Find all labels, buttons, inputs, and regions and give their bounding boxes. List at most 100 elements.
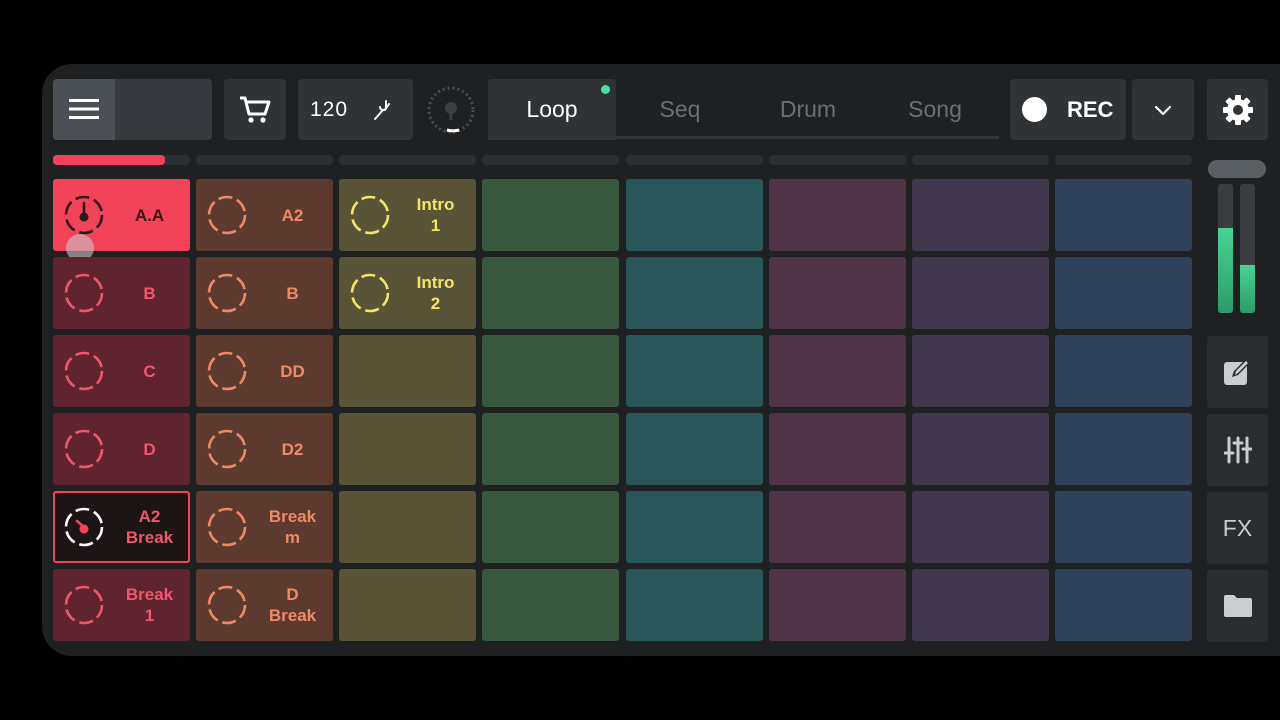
loop-pad[interactable] [626,335,763,407]
loop-pad[interactable] [769,335,906,407]
loop-pad[interactable] [1055,179,1192,251]
hamburger-menu-icon [69,98,99,120]
tab-loop[interactable]: Loop [488,79,616,140]
loop-pad[interactable] [482,335,619,407]
loop-pad[interactable]: B [196,257,333,329]
loop-pad[interactable]: Intro 1 [339,179,476,251]
loop-pad[interactable] [482,257,619,329]
loop-pad[interactable] [626,569,763,641]
tab-drum[interactable]: Drum [744,79,872,140]
loop-pad[interactable] [482,413,619,485]
pad-label: C [143,361,156,381]
loop-pad[interactable] [339,491,476,563]
loop-pad[interactable]: D2 [196,413,333,485]
loop-pad[interactable]: A2 Break [53,491,190,563]
edit-button[interactable] [1207,336,1268,408]
loop-pad[interactable] [769,179,906,251]
tab-song[interactable]: Song [871,79,999,140]
edit-icon [1223,358,1253,386]
loop-pad[interactable] [626,179,763,251]
loop-pad[interactable] [339,569,476,641]
pad-ring-icon [206,194,248,236]
loop-pad[interactable] [769,257,906,329]
loop-pad[interactable]: Break m [196,491,333,563]
level-meter-right-fill [1240,265,1255,313]
fx-label: FX [1222,514,1253,541]
pad-ring-icon [63,428,105,470]
pad-label: D Break [268,585,317,625]
column-progress-bar [626,155,763,165]
pad-label: A2 Break [125,507,174,547]
loop-pad[interactable]: B [53,257,190,329]
loop-pad[interactable]: Intro 2 [339,257,476,329]
pad-queued-indicator-icon [63,506,105,548]
pad-label: D [143,439,156,459]
loop-pad[interactable] [626,257,763,329]
record-options-button[interactable] [1132,79,1194,140]
loop-pad[interactable]: DD [196,335,333,407]
menu-button[interactable] [53,79,212,140]
loop-pad[interactable] [339,335,476,407]
tab-loop-indicator [601,85,610,94]
loop-pad[interactable] [626,491,763,563]
loop-pad[interactable] [912,413,1049,485]
loop-pad[interactable] [1055,569,1192,641]
tab-seq-label: Seq [659,96,701,122]
pad-label: D2 [281,439,304,459]
loop-pad[interactable] [339,413,476,485]
loop-pad[interactable] [912,257,1049,329]
pad-ring-icon [349,194,391,236]
pad-ring-icon [206,584,248,626]
pad-ring-icon [63,350,105,392]
mode-tabs: Loop Seq Drum Song [488,79,999,140]
loop-pad[interactable]: D [53,413,190,485]
sliders-icon [1223,435,1252,465]
loop-pad[interactable]: Break 1 [53,569,190,641]
loop-pad[interactable]: D Break [196,569,333,641]
metronome-dial-icon[interactable] [425,84,477,136]
pad-label: A2 [281,205,304,225]
loop-pad[interactable] [912,335,1049,407]
pad-label: Intro 2 [416,273,455,313]
column-progress-bar [1055,155,1192,165]
files-button[interactable] [1207,570,1268,642]
record-button[interactable]: REC [1010,79,1126,140]
loop-pad[interactable]: A.A [53,179,190,262]
loop-pad[interactable] [769,569,906,641]
shop-button[interactable] [224,79,286,140]
settings-button[interactable] [1207,79,1268,140]
folder-icon [1223,594,1253,618]
loop-pad[interactable] [912,569,1049,641]
loop-pad[interactable] [769,413,906,485]
tuning-fork-icon [372,99,394,121]
loop-pad[interactable] [1055,335,1192,407]
loop-pad[interactable] [769,491,906,563]
loop-pad[interactable]: A2 [196,179,333,251]
loop-pad[interactable] [1055,413,1192,485]
loop-pad[interactable]: C [53,335,190,407]
loop-pad[interactable] [482,569,619,641]
loop-pad[interactable] [482,491,619,563]
mixer-button[interactable] [1207,414,1268,486]
fx-button[interactable]: FX [1207,492,1268,564]
loop-pad[interactable] [1055,491,1192,563]
loop-pad[interactable] [626,413,763,485]
loop-pad[interactable] [1055,257,1192,329]
pad-label: Intro 1 [416,195,455,235]
loop-pad[interactable] [482,179,619,251]
chevron-down-icon [1154,104,1172,116]
pad-ring-icon [206,272,248,314]
pad-ring-icon [206,350,248,392]
tab-seq[interactable]: Seq [616,79,744,140]
volume-slider-handle[interactable] [1208,160,1266,178]
column-progress-bar [196,155,333,165]
pad-ring-icon [206,506,248,548]
pad-label: Break m [268,507,317,547]
loop-pad[interactable] [912,179,1049,251]
column-progress-bar [769,155,906,165]
loop-pad[interactable] [912,491,1049,563]
column-progress-bar [53,155,190,165]
tab-loop-label: Loop [526,96,578,122]
pad-ring-icon [63,584,105,626]
tempo-button[interactable]: 120 [298,79,413,140]
